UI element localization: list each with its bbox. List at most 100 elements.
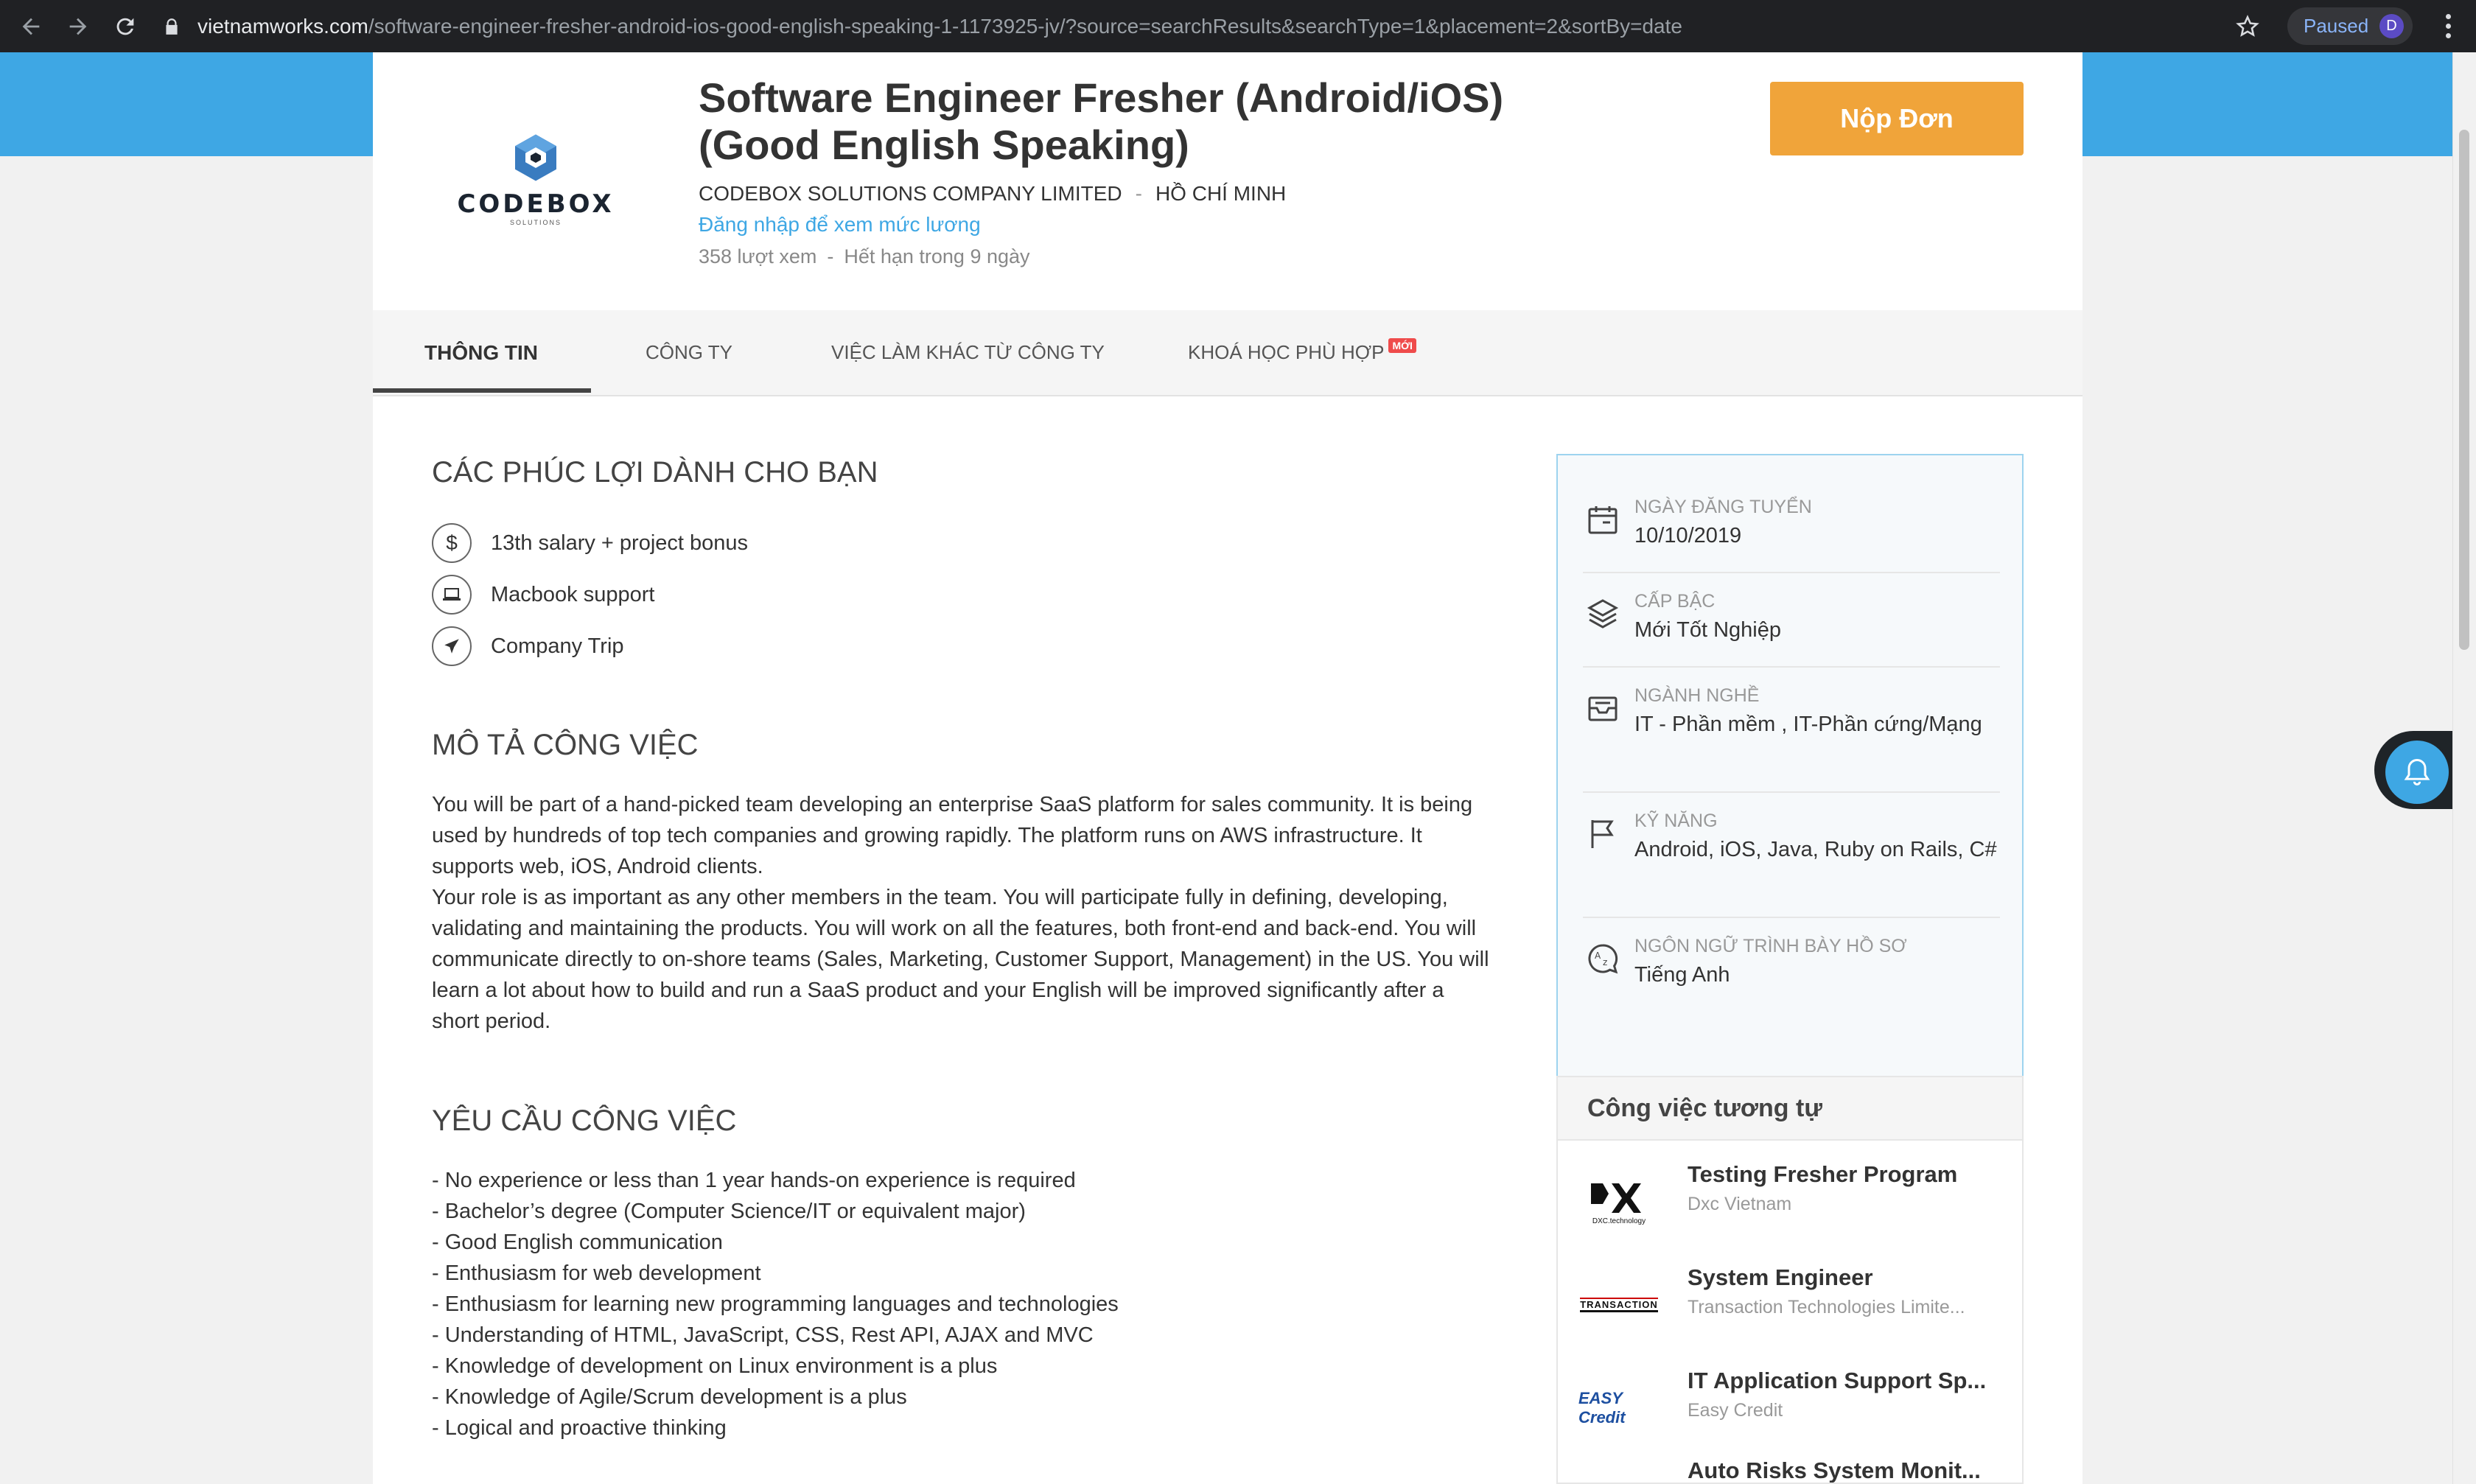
forward-button[interactable] bbox=[56, 0, 100, 52]
reload-icon bbox=[116, 18, 134, 35]
similar-job-company: Transaction Technologies Limite... bbox=[1688, 1297, 1965, 1317]
url-path: /software-engineer-fresher-android-ios-g… bbox=[368, 14, 1682, 38]
requirement-item: - Enthusiasm for web development bbox=[432, 1261, 761, 1285]
tab-other-jobs[interactable]: VIỆC LÀM KHÁC TỪ CÔNG TY bbox=[831, 310, 1105, 395]
similar-job-company: Easy Credit bbox=[1688, 1400, 1783, 1421]
codebox-cube-icon bbox=[515, 134, 556, 181]
laptop-icon bbox=[432, 575, 472, 615]
job-meta: 358 lượt xem - Hết hạn trong 9 ngày bbox=[699, 245, 1030, 268]
summary-label: CẤP BẬC bbox=[1634, 591, 1716, 612]
summary-value: Android, iOS, Java, Ruby on Rails, C# bbox=[1634, 838, 1997, 861]
inbox-icon bbox=[1583, 688, 1623, 728]
company-name[interactable]: CODEBOX SOLUTIONS COMPANY LIMITED bbox=[699, 182, 1122, 205]
browser-menu-button[interactable] bbox=[2433, 0, 2463, 52]
summary-item-level: CẤP BẬC Mới Tốt Nghiệp bbox=[1583, 591, 2000, 672]
svg-text:A: A bbox=[1595, 951, 1601, 961]
summary-label: NGÀY ĐĂNG TUYỂN bbox=[1634, 497, 1812, 517]
description-title: MÔ TẢ CÔNG VIỆC bbox=[432, 729, 699, 761]
benefit-label: 13th salary + project bonus bbox=[491, 531, 749, 555]
requirement-item: - Bachelor’s degree (Computer Science/IT… bbox=[432, 1200, 1026, 1223]
tab-courses-label: KHOÁ HỌC PHÙ HỢP bbox=[1188, 341, 1385, 363]
view-count: 358 lượt xem bbox=[699, 245, 817, 267]
company-location-line: CODEBOX SOLUTIONS COMPANY LIMITED - HỒ CHÍ… bbox=[699, 182, 1286, 206]
similar-job-title[interactable]: Testing Fresher Program bbox=[1688, 1161, 1997, 1188]
address-bar[interactable]: vietnamworks.com/software-engineer-fresh… bbox=[162, 7, 2196, 45]
job-tabs: THÔNG TIN CÔNG TY VIỆC LÀM KHÁC TỪ CÔNG … bbox=[373, 310, 2082, 396]
requirements-title: YÊU CẦU CÔNG VIỆC bbox=[432, 1105, 737, 1137]
svg-text:z: z bbox=[1603, 957, 1607, 967]
description-paragraph: Your role is as important as any other m… bbox=[432, 886, 1489, 1033]
requirement-item: - Good English communication bbox=[432, 1231, 723, 1254]
job-title: Software Engineer Fresher (Android/iOS) … bbox=[699, 74, 1504, 168]
divider bbox=[1583, 791, 2000, 793]
dxc-logo: DXC.technology bbox=[1578, 1169, 1660, 1235]
divider bbox=[1583, 572, 2000, 573]
similar-job-item[interactable]: DXC.technology Testing Fresher Program D… bbox=[1558, 1154, 2022, 1257]
transaction-logo-text: TRANSACTION bbox=[1580, 1298, 1658, 1312]
requirement-item: - Understanding of HTML, JavaScript, CSS… bbox=[432, 1323, 1094, 1347]
tab-courses[interactable]: KHOÁ HỌC PHÙ HỢP MỚI bbox=[1188, 310, 1416, 395]
requirements-list: - No experience or less than 1 year hand… bbox=[432, 1165, 1493, 1443]
divider bbox=[1583, 666, 2000, 668]
apply-button[interactable]: Nộp Đơn bbox=[1770, 82, 2024, 155]
benefit-item: Company Trip bbox=[432, 624, 624, 668]
url-host: vietnamworks.com bbox=[197, 14, 368, 38]
separator: - bbox=[1135, 182, 1142, 205]
summary-value[interactable]: IT - Phần mềm , IT-Phần cứng/Mạng bbox=[1634, 709, 2003, 740]
benefit-label: Macbook support bbox=[491, 582, 655, 606]
bell-icon[interactable] bbox=[2383, 738, 2451, 806]
dxc-logo-text: DXC.technology bbox=[1592, 1217, 1646, 1225]
tab-info[interactable]: THÔNG TIN bbox=[424, 310, 538, 395]
company-logo-partial bbox=[1578, 1465, 1660, 1483]
login-to-view-salary-link[interactable]: Đăng nhập để xem mức lương bbox=[699, 213, 981, 237]
job-location: HỒ CHÍ MINH bbox=[1155, 182, 1287, 205]
summary-item-industry: NGÀNH NGHỀ IT - Phần mềm , IT-Phần cứng/… bbox=[1583, 685, 2000, 796]
summary-label: NGÀNH NGHỀ bbox=[1634, 685, 1760, 706]
active-tab-indicator bbox=[373, 388, 591, 393]
requirement-item: - Knowledge of Agile/Scrum development i… bbox=[432, 1385, 907, 1409]
reload-button[interactable] bbox=[103, 0, 147, 52]
tab-company[interactable]: CÔNG TY bbox=[646, 310, 732, 395]
similar-job-title[interactable]: Auto Risks System Monit... bbox=[1688, 1457, 1997, 1483]
summary-value: Tiếng Anh bbox=[1634, 963, 1730, 987]
summary-label: KỸ NĂNG bbox=[1634, 811, 1718, 831]
job-detail-container: CODEBOX SOLUTIONS Software Engineer Fres… bbox=[373, 52, 2082, 1484]
easy-credit-logo: EASY Credit bbox=[1578, 1375, 1660, 1441]
star-icon bbox=[2236, 14, 2259, 37]
arrow-left-icon bbox=[22, 18, 40, 35]
description-paragraph: You will be part of a hand-picked team d… bbox=[432, 793, 1473, 878]
similar-job-title[interactable]: IT Application Support Sp... bbox=[1688, 1368, 1997, 1394]
summary-label: NGÔN NGỮ TRÌNH BÀY HỒ SƠ bbox=[1634, 936, 1907, 956]
layers-icon bbox=[1583, 594, 1623, 634]
lock-icon bbox=[166, 18, 178, 35]
separator: - bbox=[827, 245, 834, 267]
similar-job-item[interactable]: TRANSACTION System Engineer Transaction … bbox=[1558, 1257, 2022, 1360]
bookmark-star-button[interactable] bbox=[2225, 0, 2270, 52]
expiry-text: Hết hạn trong 9 ngày bbox=[844, 245, 1030, 267]
flag-icon bbox=[1583, 813, 1623, 853]
arrow-right-icon bbox=[69, 18, 87, 35]
back-button[interactable] bbox=[9, 0, 53, 52]
page-scrollbar[interactable] bbox=[2452, 52, 2476, 1484]
benefit-label: Company Trip bbox=[491, 634, 624, 658]
similar-job-item[interactable]: EASY Credit IT Application Support Sp...… bbox=[1558, 1360, 2022, 1463]
similar-job-item[interactable]: Auto Risks System Monit... bbox=[1558, 1450, 2022, 1483]
job-summary-box: NGÀY ĐĂNG TUYỂN 10/10/2019 CẤP BẬC Mới T… bbox=[1556, 454, 2024, 1096]
company-logo[interactable]: CODEBOX SOLUTIONS bbox=[429, 91, 643, 267]
summary-item-skills: KỸ NĂNG Android, iOS, Java, Ruby on Rail… bbox=[1583, 811, 2000, 921]
scrollbar-thumb[interactable] bbox=[2459, 130, 2469, 650]
company-logo-text: CODEBOX bbox=[457, 189, 615, 219]
avatar: D bbox=[2379, 14, 2404, 38]
plane-icon bbox=[432, 626, 472, 666]
benefit-item: $ 13th salary + project bonus bbox=[432, 521, 748, 565]
job-header: CODEBOX SOLUTIONS Software Engineer Fres… bbox=[373, 52, 2082, 310]
summary-value: 10/10/2019 bbox=[1634, 524, 1742, 547]
requirement-item: - Knowledge of development on Linux envi… bbox=[432, 1354, 998, 1378]
browser-toolbar: vietnamworks.com/software-engineer-fresh… bbox=[0, 0, 2476, 52]
profile-button[interactable]: Paused D bbox=[2287, 7, 2413, 45]
easy-credit-logo-text: EASY Credit bbox=[1578, 1389, 1626, 1427]
similar-job-company: Dxc Vietnam bbox=[1688, 1194, 1792, 1214]
profile-status: Paused bbox=[2304, 15, 2369, 37]
new-badge: MỚI bbox=[1388, 337, 1416, 353]
similar-job-title[interactable]: System Engineer bbox=[1688, 1264, 1997, 1291]
